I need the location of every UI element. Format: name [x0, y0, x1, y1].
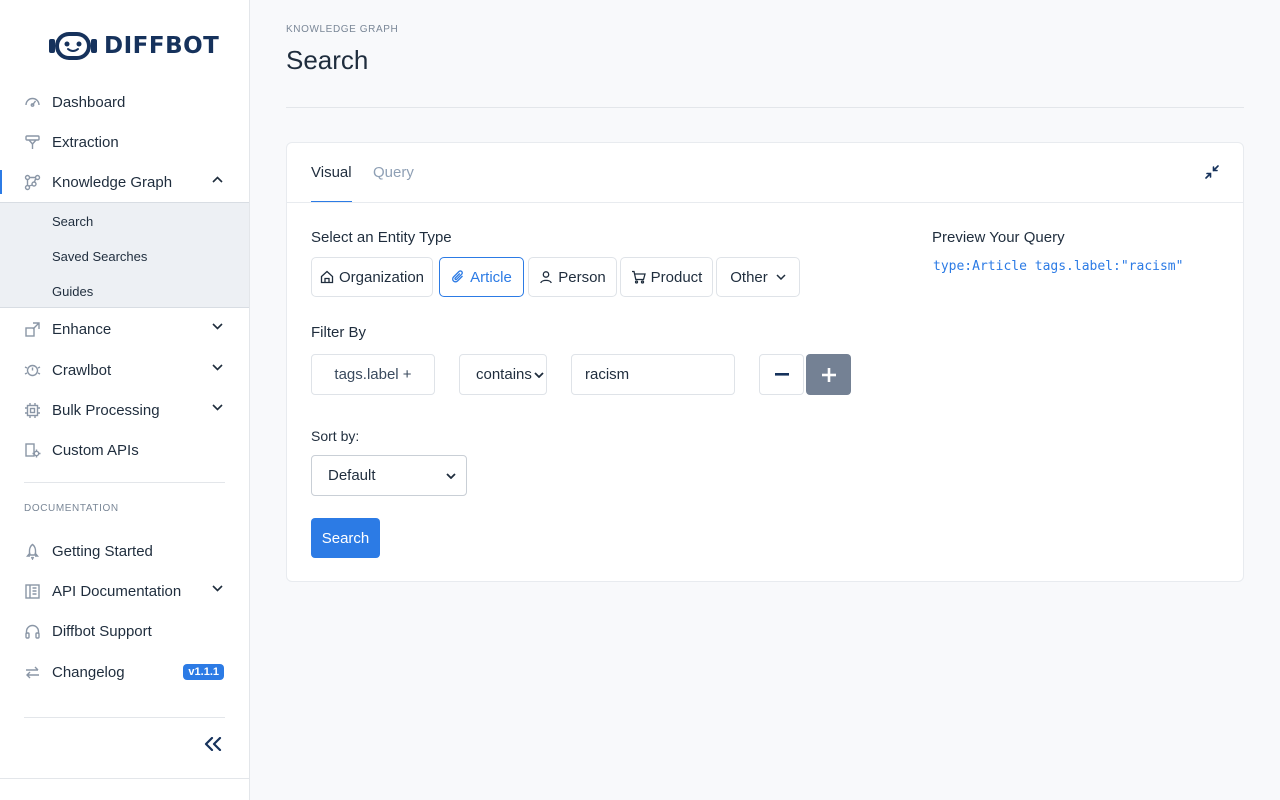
logo-text: DIFFBOT [104, 33, 220, 59]
sidebar-item-label: Knowledge Graph [52, 173, 173, 191]
dashboard-icon [24, 94, 41, 111]
paperclip-icon [452, 270, 464, 283]
entity-type-other-dropdown[interactable]: Other [716, 257, 800, 297]
page-title: Search [286, 45, 369, 75]
entity-type-article[interactable]: Article [439, 257, 524, 297]
sidebar-item-crawlbot[interactable]: Crawlbot [0, 350, 249, 390]
sidebar-item-diffbot-support[interactable]: Diffbot Support [0, 611, 249, 651]
sidebar-item-label: Extraction [52, 133, 119, 151]
entity-type-organization[interactable]: Organization [311, 257, 433, 297]
entity-type-person[interactable]: Person [528, 257, 617, 297]
sidebar-item-label: Diffbot Support [52, 622, 152, 640]
search-card: Visual Query Select an Entity Type Organ… [286, 142, 1244, 582]
filter-value-input[interactable]: racism [571, 354, 735, 395]
chevron-down-icon [212, 323, 223, 330]
filter-field-button[interactable]: tags.label + [311, 354, 435, 395]
plus-icon [821, 367, 836, 382]
subnav-item-guides[interactable]: Guides [52, 284, 93, 299]
sidebar-divider [24, 482, 225, 483]
sidebar-item-extraction[interactable]: Extraction [0, 122, 249, 162]
knowledge-graph-icon [24, 174, 41, 191]
compress-icon [1205, 165, 1219, 179]
diffbot-logo[interactable]: DIFFBOT [48, 30, 219, 62]
chevron-down-icon [212, 364, 223, 371]
double-chevron-left-icon [204, 737, 222, 751]
bulk-processing-icon [24, 402, 41, 419]
sidebar-divider [24, 717, 225, 718]
home-icon [320, 270, 334, 284]
sidebar-item-label: Crawlbot [52, 361, 112, 379]
crawlbot-icon [24, 362, 41, 379]
sidebar-item-label: Getting Started [52, 542, 153, 560]
sidebar-item-label: Bulk Processing [52, 401, 160, 419]
header-divider [286, 107, 1244, 108]
filter-by-label: Filter By [311, 324, 367, 341]
custom-apis-icon [24, 442, 41, 459]
sort-by-select[interactable]: Default [311, 455, 467, 496]
minus-icon [774, 373, 789, 376]
headphones-icon [24, 623, 41, 640]
entity-type-label-text: Other [730, 268, 768, 286]
sidebar-divider [0, 778, 249, 779]
rocket-icon [24, 543, 41, 560]
preview-query-label: Preview Your Query [932, 229, 1065, 246]
sidebar-item-knowledge-graph[interactable]: Knowledge Graph [0, 162, 249, 202]
sidebar-item-label: API Documentation [52, 582, 182, 600]
swap-icon [24, 664, 41, 681]
preview-query-code: type:Article tags.label:"racism" [933, 259, 1184, 274]
enhance-icon [24, 321, 41, 338]
add-filter-button[interactable] [806, 354, 851, 395]
diffbot-robot-icon [49, 32, 97, 60]
sidebar-item-label: Dashboard [52, 93, 126, 111]
sort-by-label: Sort by: [311, 428, 360, 444]
chevron-down-icon [446, 473, 456, 479]
tab-visual[interactable]: Visual [311, 164, 352, 202]
sidebar-item-bulk-processing[interactable]: Bulk Processing [0, 390, 249, 430]
filter-operator-select[interactable]: contains [459, 354, 547, 395]
subnav-item-search[interactable]: Search [52, 214, 93, 229]
subnav-item-saved-searches[interactable]: Saved Searches [52, 249, 147, 264]
minimize-button[interactable] [1203, 163, 1221, 181]
extraction-icon [24, 134, 41, 151]
user-icon [540, 271, 553, 284]
sidebar-item-label: Enhance [52, 320, 112, 338]
chevron-down-icon [212, 404, 223, 411]
version-badge: v1.1.1 [183, 664, 224, 680]
sidebar: DIFFBOT Dashboard Extraction Knowledge G… [0, 0, 250, 800]
filter-operator-value: contains [476, 366, 532, 383]
documentation-heading: DOCUMENTATION [24, 503, 119, 514]
book-icon [24, 583, 41, 600]
chevron-up-icon [212, 176, 223, 183]
entity-type-label-text: Person [558, 268, 606, 286]
entity-type-product[interactable]: Product [620, 257, 713, 297]
sidebar-item-api-documentation[interactable]: API Documentation [0, 571, 249, 611]
chevron-down-icon [212, 585, 223, 592]
sidebar-item-getting-started[interactable]: Getting Started [0, 531, 249, 571]
sidebar-item-label: Custom APIs [52, 441, 139, 459]
entity-type-label-text: Product [650, 268, 703, 286]
sidebar-item-changelog[interactable]: Changelog v1.1.1 [0, 652, 249, 692]
search-button[interactable]: Search [311, 518, 380, 558]
knowledge-graph-submenu: Search Saved Searches Guides [0, 202, 249, 308]
tab-query[interactable]: Query [373, 164, 414, 181]
sidebar-item-dashboard[interactable]: Dashboard [0, 82, 249, 122]
sidebar-item-custom-apis[interactable]: Custom APIs [0, 430, 249, 470]
collapse-sidebar-button[interactable] [202, 733, 224, 755]
entity-type-label-text: Article [470, 268, 512, 286]
sidebar-item-label: Changelog [52, 663, 125, 681]
remove-filter-button[interactable] [759, 354, 804, 395]
entity-type-label-text: Organization [338, 268, 425, 286]
chevron-down-icon [776, 274, 786, 280]
sidebar-item-enhance[interactable]: Enhance [0, 309, 249, 349]
chevron-down-icon [534, 371, 544, 378]
entity-type-label: Select an Entity Type [311, 229, 452, 246]
sort-by-value: Default [328, 467, 376, 484]
tab-bar: Visual Query [287, 143, 1243, 203]
breadcrumb: KNOWLEDGE GRAPH [286, 24, 399, 35]
cart-icon [631, 270, 646, 284]
